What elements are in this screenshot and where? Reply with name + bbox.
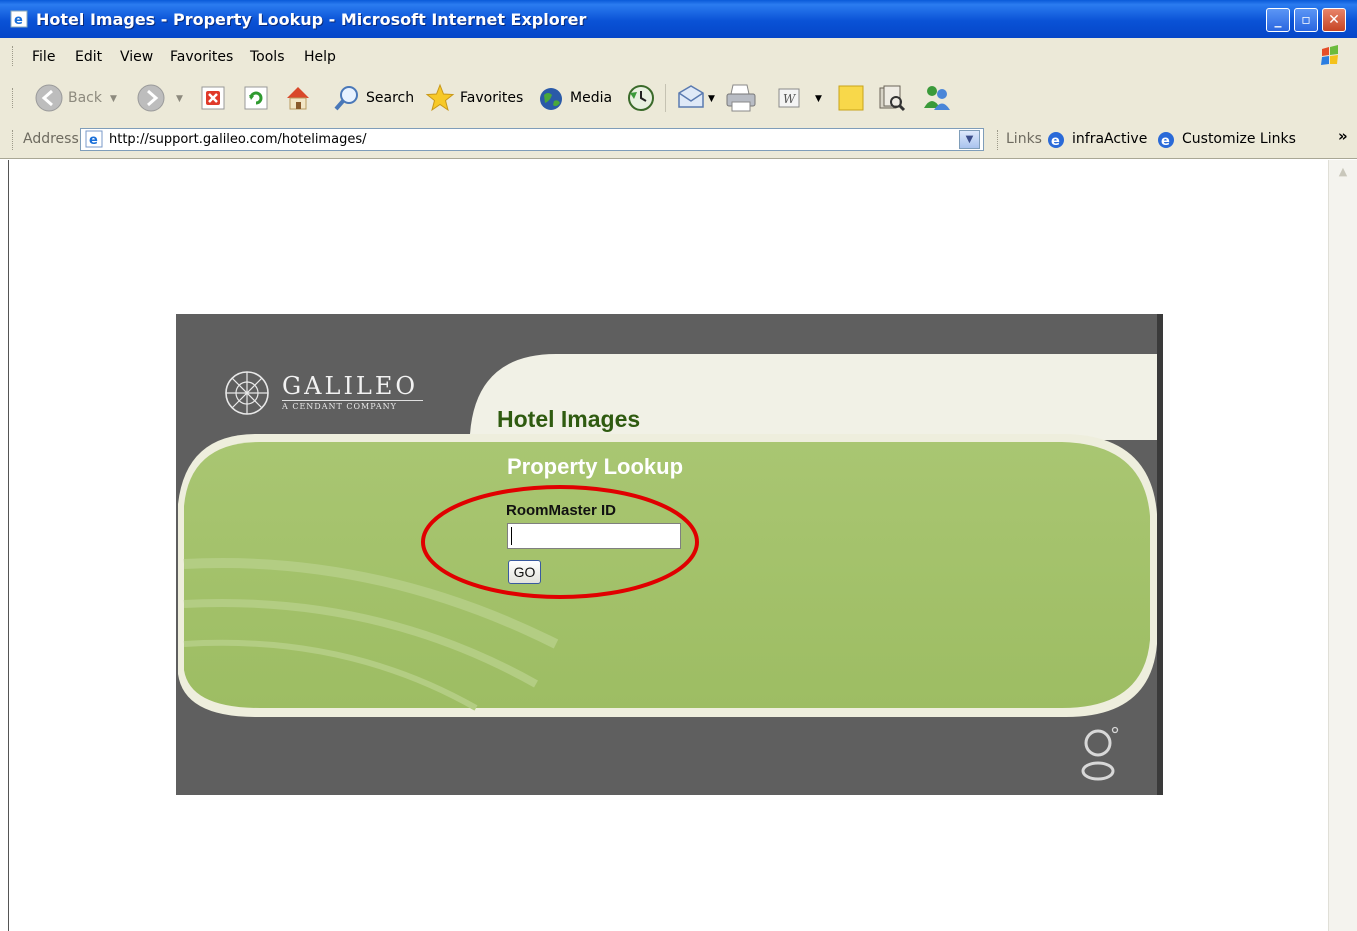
- galileo-wordmark: GALILEO: [282, 372, 419, 400]
- svg-text:e: e: [89, 133, 98, 148]
- menu-bar: File Edit View Favorites Tools Help: [0, 38, 1357, 75]
- window-title: Hotel Images - Property Lookup - Microso…: [36, 10, 587, 29]
- address-input[interactable]: e http://support.galileo.com/hotelimages…: [80, 128, 984, 151]
- favorites-star-icon[interactable]: [424, 82, 456, 114]
- address-dropdown-icon[interactable]: ▼: [959, 130, 980, 149]
- menu-favorites[interactable]: Favorites: [170, 49, 233, 65]
- forward-dropdown-icon[interactable]: ▼: [176, 94, 183, 104]
- media-globe-icon[interactable]: [536, 83, 566, 113]
- svg-text:W: W: [783, 92, 797, 106]
- windows-flag-icon: [1321, 45, 1338, 65]
- minimize-button[interactable]: _: [1266, 8, 1290, 32]
- menu-grip: [12, 46, 16, 66]
- mail-icon[interactable]: [676, 83, 706, 113]
- address-bar: Address e http://support.galileo.com/hot…: [0, 122, 1357, 159]
- messenger-icon[interactable]: [920, 82, 952, 114]
- ie-logo-icon: e: [10, 10, 28, 28]
- search-label[interactable]: Search: [366, 90, 414, 106]
- back-label[interactable]: Back: [68, 90, 102, 106]
- research-icon[interactable]: [876, 82, 908, 114]
- svg-text:e: e: [1161, 134, 1170, 149]
- menu-view[interactable]: View: [120, 49, 153, 65]
- toolbar-separator: [665, 84, 666, 112]
- stop-icon[interactable]: [200, 85, 226, 111]
- edit-dropdown-icon[interactable]: ▼: [815, 94, 822, 104]
- address-label: Address: [23, 131, 79, 147]
- svg-text:e: e: [14, 13, 23, 28]
- page-ie-icon: e: [85, 130, 103, 148]
- chevron-right-icon[interactable]: »: [1338, 127, 1348, 145]
- galileo-tagline: A CENDANT COMPANY: [282, 402, 397, 411]
- vertical-scrollbar[interactable]: ▲: [1328, 160, 1357, 931]
- galileo-globe-logo: [225, 371, 269, 415]
- back-dropdown-icon[interactable]: ▼: [110, 94, 117, 104]
- address-grip: [12, 130, 16, 150]
- red-annotation-ellipse: [421, 485, 699, 599]
- menu-file[interactable]: File: [32, 49, 55, 65]
- edit-word-icon[interactable]: W: [776, 85, 802, 111]
- link-infraactive[interactable]: infraActive: [1072, 131, 1147, 147]
- home-icon[interactable]: [283, 83, 313, 113]
- svg-text:e: e: [1051, 134, 1060, 149]
- address-url[interactable]: http://support.galileo.com/hotelimages/: [109, 132, 366, 147]
- infraactive-ie-icon: e: [1048, 132, 1064, 149]
- hotel-images-panel: GALILEO A CENDANT COMPANY Hotel Images P…: [176, 314, 1163, 795]
- history-icon[interactable]: [626, 83, 656, 113]
- restore-button[interactable]: ▫: [1294, 8, 1318, 32]
- page-title: Hotel Images: [497, 406, 641, 432]
- menu-tools[interactable]: Tools: [250, 49, 285, 65]
- close-button[interactable]: ✕: [1322, 8, 1346, 32]
- media-label[interactable]: Media: [570, 90, 612, 106]
- section-title: Property Lookup: [507, 454, 684, 479]
- standard-toolbar: Back ▼ ▼ Search Favorites Media ▼ W ▼: [0, 74, 1357, 123]
- sticky-note-icon[interactable]: [836, 83, 866, 113]
- title-bar[interactable]: e Hotel Images - Property Lookup - Micro…: [0, 0, 1357, 38]
- menu-edit[interactable]: Edit: [75, 49, 102, 65]
- scroll-up-icon[interactable]: ▲: [1331, 162, 1355, 182]
- refresh-icon[interactable]: [243, 85, 269, 111]
- search-icon[interactable]: [332, 83, 362, 113]
- galileo-g-icon: [1081, 726, 1119, 781]
- logo-rule: [282, 400, 423, 401]
- print-icon[interactable]: [724, 82, 758, 114]
- link-customize-links[interactable]: Customize Links: [1182, 131, 1296, 147]
- favorites-label[interactable]: Favorites: [460, 90, 523, 106]
- forward-arrow-icon[interactable]: [136, 83, 166, 113]
- links-label: Links: [1006, 131, 1042, 147]
- back-arrow-icon[interactable]: [34, 83, 64, 113]
- mail-dropdown-icon[interactable]: ▼: [708, 94, 715, 104]
- links-grip: [997, 130, 1001, 150]
- menu-help[interactable]: Help: [304, 49, 336, 65]
- toolbar-grip: [12, 88, 16, 108]
- customize-links-ie-icon: e: [1158, 132, 1174, 149]
